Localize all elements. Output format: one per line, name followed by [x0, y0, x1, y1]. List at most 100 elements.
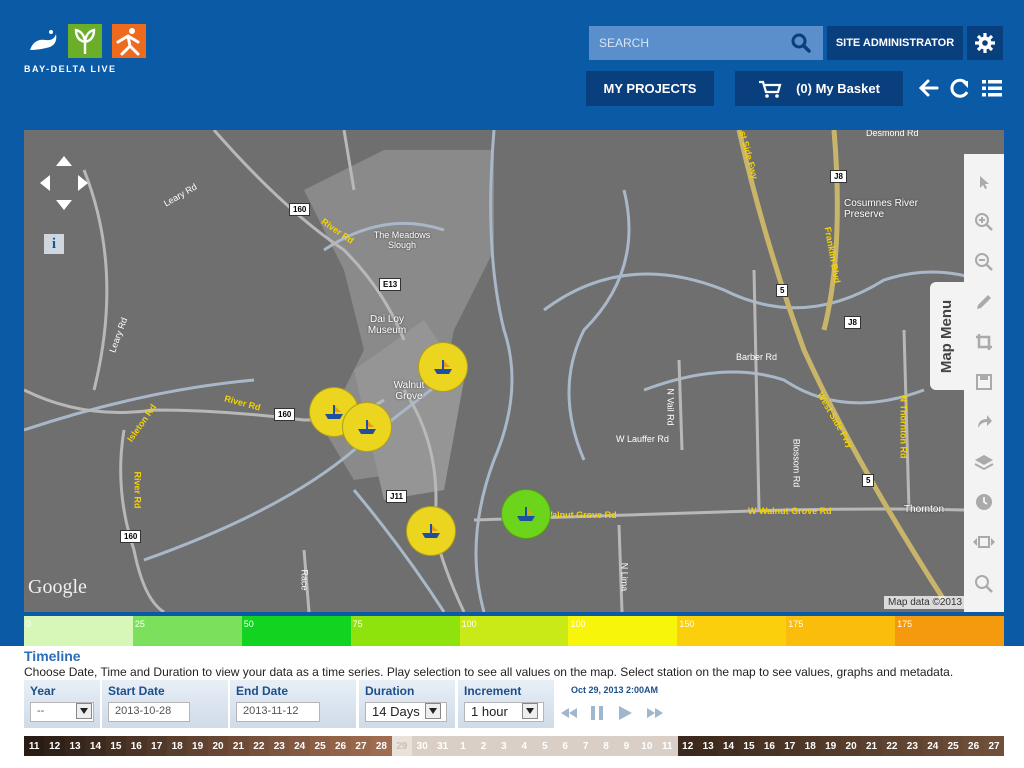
timeline-day[interactable]: 2 [473, 736, 494, 756]
station-marker[interactable] [418, 342, 468, 392]
timeline-day[interactable]: 25 [942, 736, 964, 756]
back-arrow-icon[interactable] [917, 76, 941, 100]
pointer-icon [980, 176, 989, 189]
timeline-day[interactable]: 22 [881, 736, 903, 756]
timeline-day[interactable]: 31 [432, 736, 453, 756]
map-menu-tab[interactable]: Map Menu [930, 282, 964, 390]
fit-extent-tool[interactable] [972, 530, 996, 554]
station-marker[interactable] [342, 402, 392, 452]
map-view[interactable]: Leary Rd 160 River Rd E13 River Rd 160 I… [24, 130, 1004, 612]
timeline-day[interactable]: 30 [412, 736, 433, 756]
station-marker[interactable] [406, 506, 456, 556]
timeline-day[interactable]: 17 [146, 736, 167, 756]
station-marker[interactable] [501, 489, 551, 539]
timeline-day[interactable]: 27 [983, 736, 1005, 756]
rewind-icon[interactable] [560, 704, 578, 722]
timeline-day[interactable]: 7 [575, 736, 596, 756]
timeline-day[interactable]: 20 [207, 736, 229, 756]
timeline-day[interactable]: 11 [657, 736, 678, 756]
timeline-day[interactable]: 23 [902, 736, 923, 756]
timeline-day[interactable]: 13 [697, 736, 719, 756]
bay-delta-live-logo[interactable]: BAY-DELTA LIVE [24, 24, 154, 80]
my-basket-button[interactable]: (0) My Basket [735, 71, 903, 106]
timeline-day[interactable]: 12 [44, 736, 65, 756]
timeline-day[interactable]: 26 [963, 736, 984, 756]
timeline-day[interactable]: 15 [738, 736, 760, 756]
timeline-day[interactable]: 15 [105, 736, 127, 756]
timeline-day[interactable]: 20 [840, 736, 862, 756]
timeline-day[interactable]: 6 [554, 736, 576, 756]
timeline-day[interactable]: 22 [248, 736, 270, 756]
timeline-day[interactable]: 13 [64, 736, 86, 756]
chevron-down-icon[interactable] [425, 703, 441, 719]
route-shield: 5 [776, 284, 789, 297]
timeline-day[interactable]: 26 [330, 736, 351, 756]
timeline-day[interactable]: 3 [493, 736, 515, 756]
cart-icon [759, 80, 782, 98]
timeline-day[interactable]: 24 [922, 736, 943, 756]
timeline-day[interactable]: 12 [677, 736, 698, 756]
start-date-input[interactable]: 2013-10-28 [108, 702, 190, 722]
history-tool[interactable] [972, 490, 996, 514]
fast-forward-icon[interactable] [646, 704, 664, 722]
timeline-day-strip[interactable]: 11 12 13 14 15 16 17 18 19 20 21 22 23 24 25 26 27 28 29 30… [24, 736, 1005, 756]
timeline-day[interactable]: 24 [289, 736, 310, 756]
search-map-tool[interactable] [972, 572, 996, 596]
pan-control[interactable] [40, 156, 88, 210]
chevron-down-icon[interactable] [522, 703, 538, 719]
zoom-in-icon [975, 213, 993, 231]
timeline-day[interactable]: 18 [166, 736, 188, 756]
timeline-day[interactable]: 11 [24, 736, 45, 756]
search-box[interactable] [589, 26, 823, 60]
pan-down-icon[interactable] [56, 200, 72, 210]
timeline-day[interactable]: 5 [534, 736, 555, 756]
timeline-day[interactable]: 14 [718, 736, 739, 756]
timeline-day[interactable]: 4 [514, 736, 535, 756]
timeline-day[interactable]: 16 [126, 736, 147, 756]
search-icon[interactable] [791, 33, 811, 53]
select-tool[interactable] [972, 170, 996, 194]
timeline-day[interactable]: 10 [636, 736, 658, 756]
timeline-day[interactable]: 29 [391, 736, 413, 756]
timeline-day[interactable]: 1 [452, 736, 474, 756]
route-shield: 160 [289, 203, 311, 216]
timeline-day[interactable]: 14 [85, 736, 106, 756]
search-input[interactable] [589, 26, 785, 60]
timeline-day[interactable]: 28 [371, 736, 392, 756]
chevron-down-icon[interactable] [76, 703, 92, 719]
timeline-day[interactable]: 27 [350, 736, 372, 756]
timeline-day[interactable]: 9 [616, 736, 637, 756]
draw-tool[interactable] [972, 290, 996, 314]
pause-icon[interactable] [588, 704, 606, 722]
pan-left-icon[interactable] [40, 175, 50, 191]
refresh-icon[interactable] [948, 76, 972, 100]
list-menu-icon[interactable] [980, 76, 1004, 100]
timeline-day[interactable]: 19 [187, 736, 208, 756]
timeline-day[interactable]: 18 [800, 736, 821, 756]
scale-segment: 75 [350, 616, 460, 646]
site-administrator-button[interactable]: SITE ADMINISTRATOR [827, 26, 963, 60]
zoom-out-tool[interactable] [972, 250, 996, 274]
timeline-day[interactable]: 21 [861, 736, 882, 756]
info-icon[interactable]: i [44, 234, 64, 254]
timeline-day[interactable]: 21 [228, 736, 249, 756]
road-label: Race [299, 569, 310, 591]
crop-tool[interactable] [972, 330, 996, 354]
play-icon[interactable] [616, 704, 634, 722]
layers-tool[interactable] [972, 450, 996, 474]
pan-up-icon[interactable] [56, 156, 72, 166]
my-projects-button[interactable]: MY PROJECTS [586, 71, 714, 106]
zoom-out-icon [975, 253, 993, 271]
settings-button[interactable] [967, 26, 1003, 60]
zoom-in-tool[interactable] [972, 210, 996, 234]
redo-tool[interactable] [972, 410, 996, 434]
timeline-day[interactable]: 8 [595, 736, 617, 756]
end-date-input[interactable]: 2013-11-12 [236, 702, 320, 722]
save-tool[interactable] [972, 370, 996, 394]
timeline-day[interactable]: 25 [309, 736, 331, 756]
timeline-day[interactable]: 16 [759, 736, 780, 756]
timeline-day[interactable]: 17 [779, 736, 801, 756]
pan-right-icon[interactable] [78, 175, 88, 191]
timeline-day[interactable]: 23 [269, 736, 290, 756]
timeline-day[interactable]: 19 [820, 736, 841, 756]
